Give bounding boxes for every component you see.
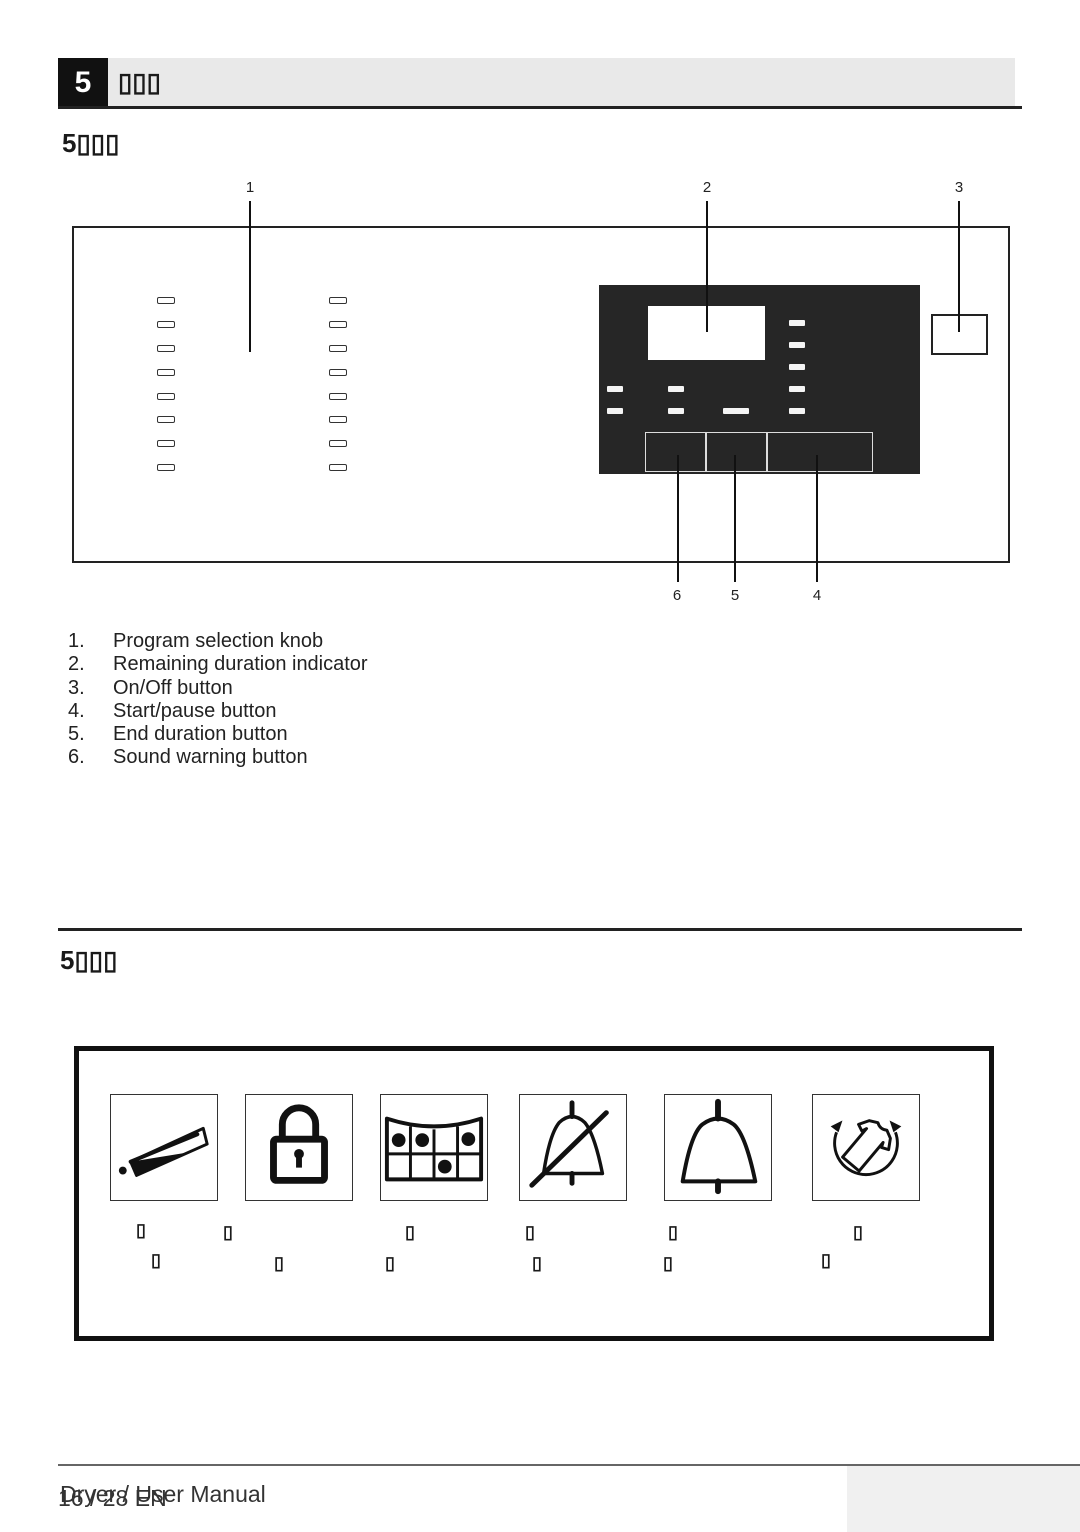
legend-label: Remaining duration indicator: [113, 653, 368, 676]
anti-crease-icon: [830, 1119, 902, 1177]
child-lock-icon: [270, 1104, 328, 1184]
symbol-3-label-line-2: ▯: [385, 1253, 395, 1273]
callout-5: 5: [730, 587, 740, 604]
symbol-1-label-line-1: ▯: [136, 1220, 146, 1240]
program-led: [329, 321, 347, 328]
indicator-led: [723, 408, 749, 414]
section-header-bar: [58, 58, 1015, 106]
component-legend: 1. Program selection knob 2. Remaining dur…: [68, 630, 368, 770]
sound-on-bell-icon: [680, 1098, 758, 1195]
indicator-led: [789, 364, 805, 370]
symbol-detergent: [110, 1094, 218, 1201]
program-led: [157, 321, 175, 328]
program-led: [329, 297, 347, 304]
callout-4: 4: [812, 587, 822, 604]
leader-line-6: [677, 455, 679, 582]
indicator-led: [668, 386, 684, 392]
footer-grey-block: [847, 1466, 1080, 1532]
section-divider: [58, 928, 1022, 931]
legend-number: 6.: [68, 746, 85, 769]
callout-1: 1: [245, 179, 255, 196]
symbol-2-label-line-2: ▯: [274, 1253, 284, 1273]
legend-item: 5. End duration button: [68, 723, 368, 746]
header-rule: [58, 106, 1022, 109]
leader-line-1: [249, 201, 251, 352]
indicator-led: [789, 320, 805, 326]
symbol-child-lock: [245, 1094, 353, 1201]
legend-label: Sound warning button: [113, 746, 308, 769]
symbol-3-label-line-1: ▯: [405, 1222, 415, 1242]
section-title: ▯▯▯: [118, 67, 161, 97]
sound-warning-button[interactable]: [645, 432, 706, 472]
indicator-led: [789, 408, 805, 414]
leader-line-4: [816, 455, 818, 582]
program-led: [157, 440, 175, 447]
symbol-anti-crease: [812, 1094, 920, 1201]
legend-number: 3.: [68, 676, 85, 699]
program-led: [329, 345, 347, 352]
symbol-filter: [380, 1094, 488, 1201]
leader-line-5: [734, 455, 736, 582]
end-duration-button[interactable]: [706, 432, 767, 472]
legend-item: 4. Start/pause button: [68, 700, 368, 723]
program-led: [329, 393, 347, 400]
symbol-6-label-line-1: ▯: [853, 1222, 863, 1242]
program-led: [157, 464, 175, 471]
legend-label: Program selection knob: [113, 630, 324, 652]
symbol-sound-on: [664, 1094, 772, 1201]
indicator-led: [607, 408, 623, 414]
legend-item: 1. Program selection knob: [68, 630, 368, 653]
leader-line-2: [706, 201, 708, 332]
section-number: 5: [58, 58, 108, 108]
legend-number: 4.: [68, 699, 85, 722]
symbol-sound-off: [519, 1094, 627, 1201]
symbol-1-label-line-2: ▯: [151, 1250, 161, 1270]
program-led: [157, 369, 175, 376]
legend-label: On/Off button: [113, 676, 233, 699]
sound-off-bell-icon: [529, 1100, 609, 1188]
legend-number: 5.: [68, 723, 85, 746]
legend-item: 2. Remaining duration indicator: [68, 653, 368, 676]
detergent-tube-icon: [118, 1126, 209, 1177]
program-led: [157, 297, 175, 304]
subsection-title-symbols: 5▯▯▯: [60, 945, 118, 975]
symbol-5-label-line-2: ▯: [663, 1253, 673, 1273]
program-led: [157, 345, 175, 352]
program-led: [329, 440, 347, 447]
legend-number: 1.: [68, 630, 85, 652]
legend-item: 3. On/Off button: [68, 677, 368, 700]
footer-manual-title: Dryer / User Manual: [60, 1481, 266, 1507]
symbol-4-label-line-1: ▯: [525, 1222, 535, 1242]
indicator-led: [668, 408, 684, 414]
legend-label: End duration button: [113, 723, 288, 746]
start-pause-button[interactable]: [767, 432, 873, 472]
symbol-2-label-line-1: ▯: [223, 1222, 233, 1242]
program-led: [157, 393, 175, 400]
leader-line-3: [958, 201, 960, 332]
filter-grid-icon: [384, 1116, 484, 1182]
callout-6: 6: [672, 587, 682, 604]
program-led: [329, 416, 347, 423]
symbol-4-label-line-2: ▯: [532, 1253, 542, 1273]
indicator-led: [607, 386, 623, 392]
callout-3: 3: [954, 179, 964, 196]
program-led: [329, 464, 347, 471]
subsection-title-control-panel: 5▯▯▯: [62, 128, 120, 158]
legend-number: 2.: [68, 653, 85, 676]
program-led: [329, 369, 347, 376]
symbol-5-label-line-1: ▯: [668, 1222, 678, 1242]
indicator-led: [789, 386, 805, 392]
callout-2: 2: [702, 179, 712, 196]
symbol-6-label-line-2: ▯: [821, 1250, 831, 1270]
legend-item: 6. Sound warning button: [68, 746, 368, 769]
program-led: [157, 416, 175, 423]
legend-label: Start/pause button: [113, 699, 277, 722]
indicator-led: [789, 342, 805, 348]
